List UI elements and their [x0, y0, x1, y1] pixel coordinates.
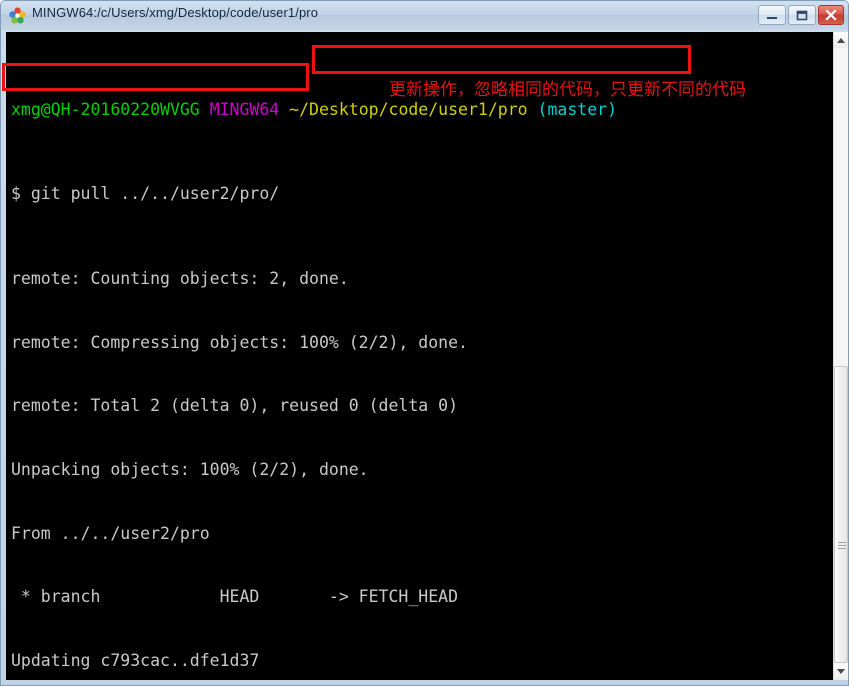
output-line: * branch HEAD -> FETCH_HEAD — [11, 587, 459, 607]
scroll-down-button[interactable] — [834, 664, 848, 680]
annotation-chinese-note: 更新操作，忽略相同的代码，只更新不同的代码 — [389, 80, 746, 100]
prompt1-host: MINGW64 — [209, 99, 280, 119]
prompt1-user: xmg@QH-20160220WVGG — [11, 99, 200, 119]
terminal-text: xmg@QH-20160220WVGG MINGW64 ~/Desktop/co… — [11, 35, 617, 680]
scrollbar-grip-icon — [838, 542, 846, 551]
vertical-scrollbar[interactable] — [833, 32, 848, 680]
output-line: remote: Total 2 (delta 0), reused 0 (del… — [11, 396, 459, 416]
output-line: Updating c793cac..dfe1d37 — [11, 650, 260, 670]
close-button[interactable] — [818, 5, 844, 25]
prompt1-branch: (master) — [537, 99, 618, 119]
prompt-line-1: xmg@QH-20160220WVGG MINGW64 ~/Desktop/co… — [11, 99, 617, 120]
terminal-output-area[interactable]: xmg@QH-20160220WVGG MINGW64 ~/Desktop/co… — [6, 32, 833, 680]
title-bar[interactable]: MINGW64:/c/Users/xmg/Desktop/code/user1/… — [1, 1, 848, 30]
git-bash-icon — [9, 7, 26, 24]
scrollbar-thumb[interactable] — [834, 366, 848, 663]
output-line: From ../../user2/pro — [11, 523, 210, 543]
command-line: $ git pull ../../user2/pro/ — [11, 184, 280, 204]
minimize-button[interactable] — [758, 5, 786, 25]
scrollbar-track[interactable] — [834, 48, 848, 664]
output-line: remote: Compressing objects: 100% (2/2),… — [11, 332, 468, 352]
window-bottom-edge — [1, 680, 848, 685]
maximize-button[interactable] — [788, 5, 816, 25]
output-line: remote: Counting objects: 2, done. — [11, 269, 349, 289]
application-window: MINGW64:/c/Users/xmg/Desktop/code/user1/… — [0, 0, 849, 686]
prompt1-path: ~/Desktop/code/user1/pro — [289, 99, 528, 119]
output-line: Unpacking objects: 100% (2/2), done. — [11, 459, 369, 479]
window-title: MINGW64:/c/Users/xmg/Desktop/code/user1/… — [32, 5, 319, 20]
scroll-up-button[interactable] — [834, 32, 848, 48]
